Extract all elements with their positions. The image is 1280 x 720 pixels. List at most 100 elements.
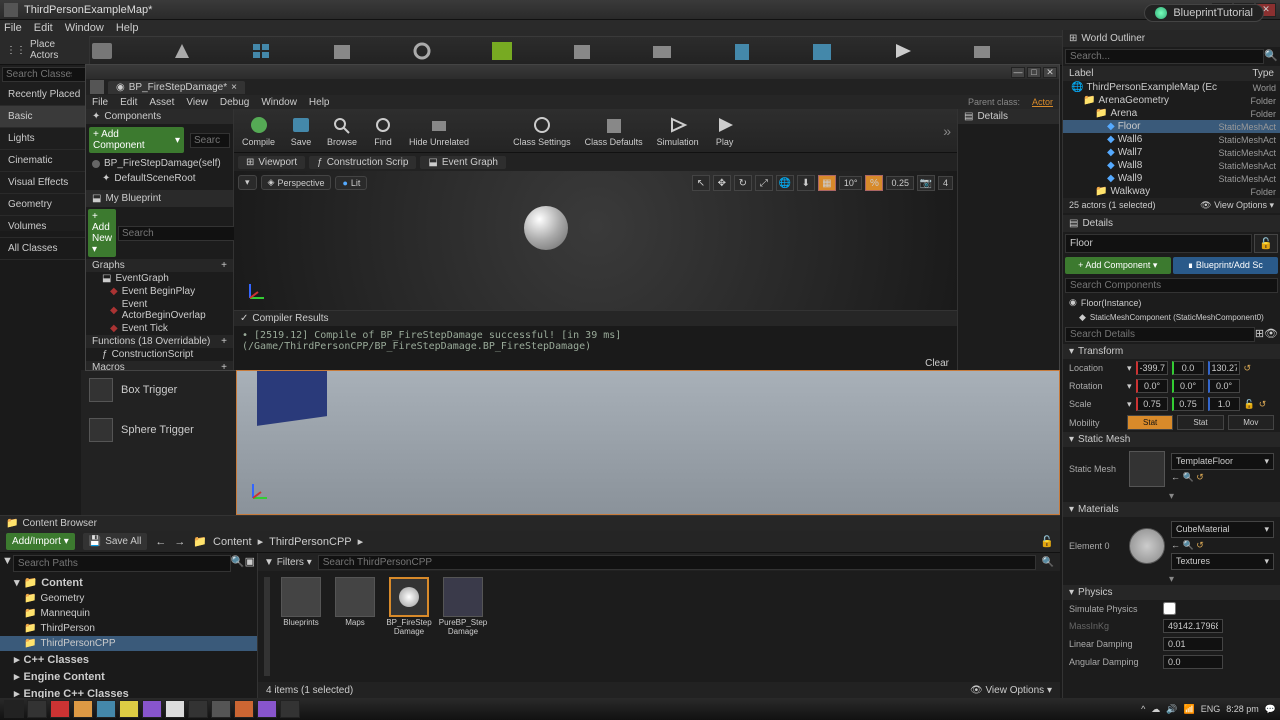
reset-icon[interactable]: ↺ — [1196, 472, 1204, 482]
crumb-content[interactable]: Content — [213, 536, 252, 548]
compiler-clear-button[interactable]: Clear — [234, 356, 957, 370]
mass-input[interactable] — [1163, 619, 1223, 633]
app-icon[interactable] — [142, 700, 162, 718]
bp-minimize[interactable]: — — [1011, 67, 1025, 78]
translate-tool[interactable]: ✥ — [713, 175, 731, 191]
bp-maximize[interactable]: □ — [1027, 67, 1041, 78]
tab-basic[interactable]: Basic — [0, 106, 89, 128]
wo-wall7[interactable]: ◆Wall7StaticMeshAct — [1063, 146, 1280, 159]
tree-content[interactable]: ▾📁Content — [0, 574, 257, 591]
wo-arena[interactable]: 📁ArenaFolder — [1063, 107, 1280, 120]
camera-speed[interactable]: 📷 — [917, 175, 935, 191]
expand-section-icon[interactable]: ▾ — [1063, 491, 1280, 502]
eye-icon[interactable]: 👁 — [1264, 327, 1278, 342]
add-component-button[interactable]: + Add Component ▾ — [1065, 257, 1171, 274]
build-icon[interactable] — [566, 38, 598, 64]
bp-menu-view[interactable]: View — [186, 97, 208, 108]
collapse-icon[interactable]: ▣ — [245, 555, 255, 572]
camera-speed-value[interactable]: 4 — [938, 176, 953, 190]
find-button[interactable]: Find — [369, 112, 397, 149]
settings-icon[interactable] — [406, 38, 438, 64]
scale-x[interactable] — [1136, 397, 1168, 411]
mobility-stationary[interactable]: Stat — [1177, 415, 1223, 430]
wo-walkway[interactable]: 📁WalkwayFolder — [1063, 185, 1280, 198]
plus-icon[interactable]: + — [221, 336, 227, 347]
simulation-button[interactable]: Simulation — [655, 112, 701, 149]
view-options-button[interactable]: 👁 View Options ▾ — [1200, 200, 1274, 211]
save-all-button[interactable]: 💾Save All — [83, 533, 148, 550]
section-materials[interactable]: ▾ Materials — [1063, 502, 1280, 517]
marketplace-icon[interactable] — [326, 38, 358, 64]
section-physics[interactable]: ▾ Physics — [1063, 585, 1280, 600]
bp-menu-file[interactable]: File — [92, 97, 108, 108]
search-taskbar-icon[interactable] — [27, 700, 47, 718]
tab-lights[interactable]: Lights — [0, 128, 89, 150]
expand-section-icon[interactable]: ▾ — [1063, 574, 1280, 585]
filter-icon[interactable]: ▼ — [2, 555, 13, 572]
item-sphere-trigger[interactable]: Sphere Trigger — [81, 410, 236, 450]
event-graph[interactable]: ⬓EventGraph — [86, 272, 233, 285]
component-self[interactable]: BP_FireStepDamage(self) — [86, 156, 233, 171]
system-tray[interactable]: ^ ☁ 🔊 📶 ENG 8:28 pm 💬 — [1141, 704, 1276, 715]
app-icon[interactable] — [96, 700, 116, 718]
play-icon[interactable] — [886, 38, 918, 64]
wo-floor[interactable]: ◆FloorStaticMeshAct — [1063, 120, 1280, 133]
menu-help[interactable]: Help — [116, 22, 139, 34]
tab-all-classes[interactable]: All Classes — [0, 238, 89, 260]
dropdown-icon[interactable]: ▾ — [1127, 381, 1132, 392]
smc-row[interactable]: ◆StaticMeshComponent (StaticMeshComponen… — [1063, 310, 1280, 325]
use-icon[interactable]: ← — [1171, 472, 1180, 482]
scrollbar[interactable] — [264, 577, 270, 676]
app-icon[interactable] — [165, 700, 185, 718]
lang-indicator[interactable]: ENG — [1201, 704, 1221, 714]
search-icon[interactable]: 🔍 — [1042, 557, 1054, 568]
tab-construction-script[interactable]: ƒConstruction Scrip — [309, 156, 416, 169]
textures-dropdown[interactable]: Textures▾ — [1171, 553, 1274, 570]
tab-cinematic[interactable]: Cinematic — [0, 150, 89, 172]
wo-wall9[interactable]: ◆Wall9StaticMeshAct — [1063, 172, 1280, 185]
quixel-icon[interactable] — [486, 38, 518, 64]
grid-snap-toggle[interactable]: ▦ — [818, 175, 836, 191]
tree-engine-content[interactable]: ▸Engine Content — [0, 668, 257, 685]
scale-z[interactable] — [1208, 397, 1240, 411]
wo-wall6[interactable]: ◆Wall6StaticMeshAct — [1063, 133, 1280, 146]
search-details[interactable] — [1065, 327, 1255, 342]
scale-snap-value[interactable]: 0.25 — [886, 176, 914, 190]
reset-icon[interactable]: ↺ — [1259, 399, 1267, 410]
class-defaults-button[interactable]: Class Defaults — [583, 112, 645, 149]
perspective-dropdown[interactable]: ◈Perspective — [261, 175, 332, 190]
tab-visual-effects[interactable]: Visual Effects — [0, 172, 89, 194]
section-macros[interactable]: Macros+ — [86, 361, 233, 370]
select-tool[interactable]: ↖ — [692, 175, 710, 191]
app-icon[interactable] — [119, 700, 139, 718]
item-box-trigger[interactable]: Box Trigger — [81, 370, 236, 410]
mobility-static[interactable]: Stat — [1127, 415, 1173, 430]
section-transform[interactable]: ▾ Transform — [1063, 344, 1280, 359]
angular-damping-input[interactable] — [1163, 655, 1223, 669]
viewport-menu-dropdown[interactable]: ▾ — [238, 175, 257, 190]
hide-unrelated-button[interactable]: Hide Unrelated — [407, 112, 471, 149]
bp-tab-close-icon[interactable]: × — [231, 82, 237, 93]
browse-icon[interactable]: 🔍 — [1183, 540, 1194, 550]
app-icon[interactable] — [280, 700, 300, 718]
reset-icon[interactable]: ↺ — [1244, 363, 1252, 374]
loc-y[interactable] — [1172, 361, 1204, 375]
lock-icon[interactable]: 🔓 — [1040, 535, 1054, 548]
material-dropdown[interactable]: CubeMaterial▾ — [1171, 521, 1274, 538]
save-button[interactable]: Save — [287, 112, 315, 149]
surface-snap[interactable]: ⬇ — [797, 175, 815, 191]
material-thumbnail[interactable] — [1129, 528, 1165, 564]
mobility-movable[interactable]: Mov — [1228, 415, 1274, 430]
asset-maps-folder[interactable]: Maps — [332, 577, 378, 676]
tree-thirdperson[interactable]: 📁ThirdPerson — [0, 621, 257, 636]
content-icon[interactable] — [246, 38, 278, 64]
rotate-tool[interactable]: ↻ — [734, 175, 752, 191]
bp-menu-debug[interactable]: Debug — [220, 97, 249, 108]
source-control-icon[interactable] — [86, 38, 118, 64]
scale-y[interactable] — [1172, 397, 1204, 411]
filters-dropdown[interactable]: ▼ Filters ▾ — [264, 557, 312, 568]
volume-icon[interactable]: 🔊 — [1166, 704, 1177, 715]
tray-up-icon[interactable]: ^ — [1141, 704, 1145, 714]
bp-menu-window[interactable]: Window — [261, 97, 297, 108]
search-icon[interactable]: 🔍 — [1264, 49, 1278, 64]
